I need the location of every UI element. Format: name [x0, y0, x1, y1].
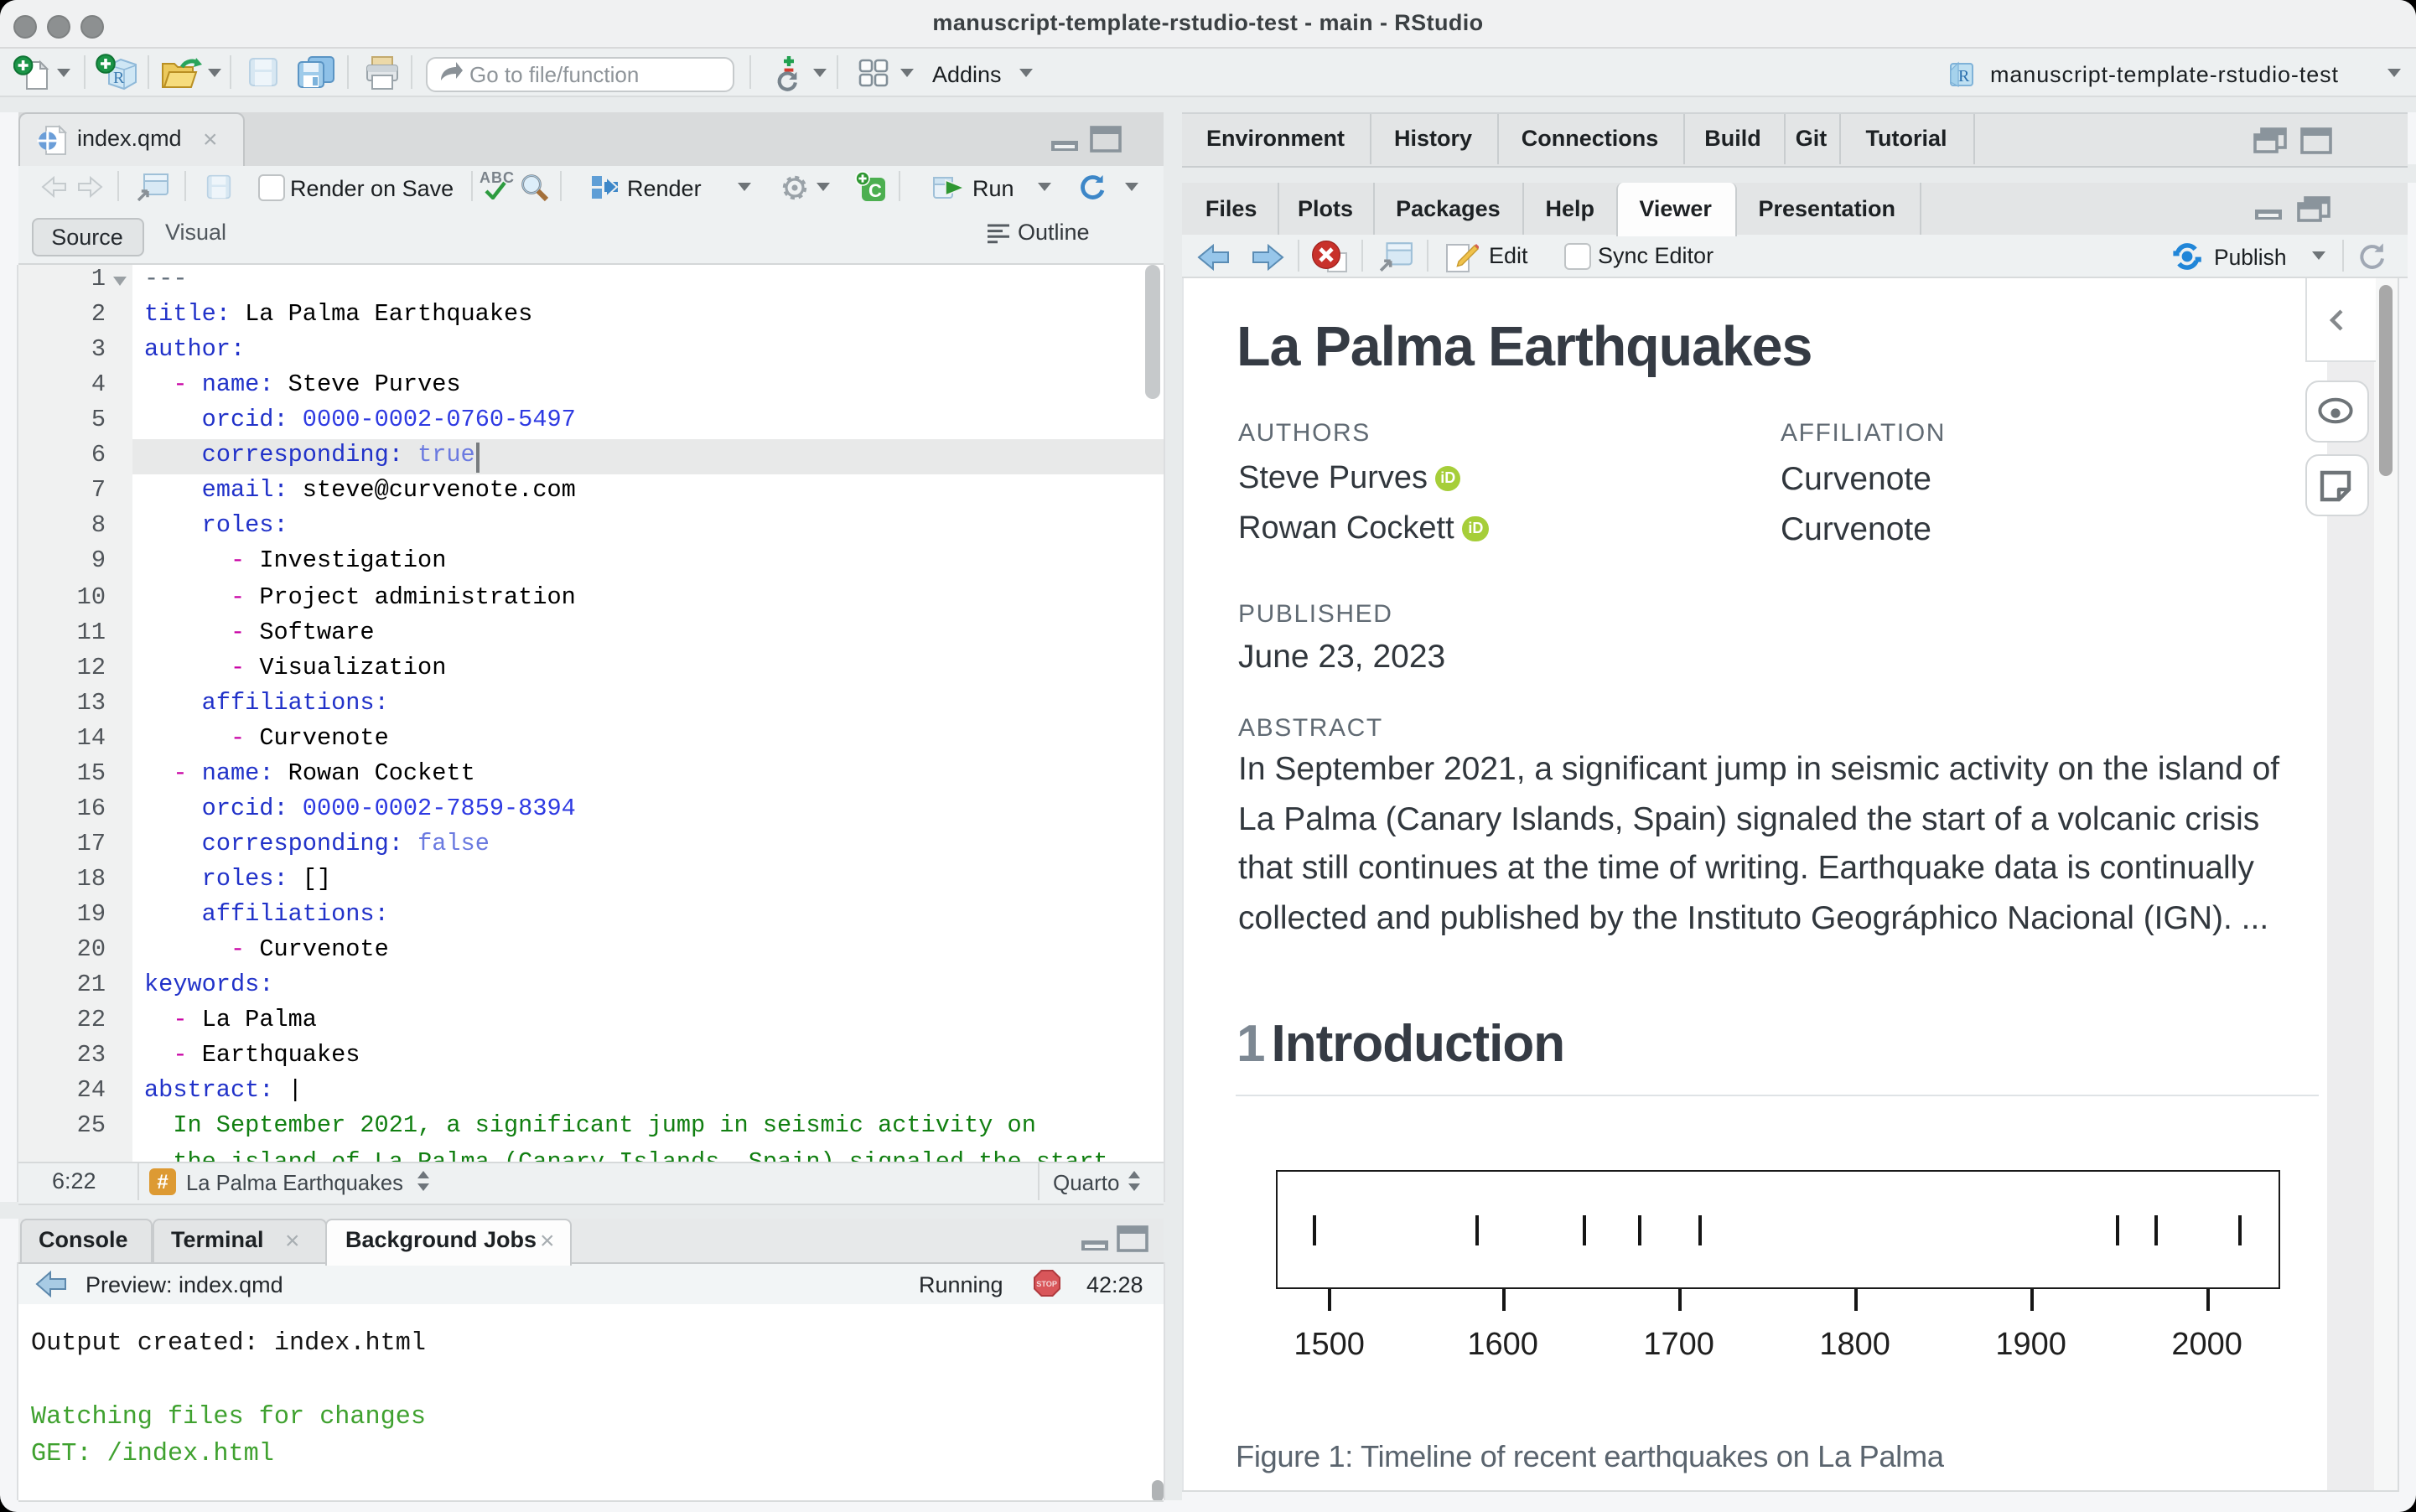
svg-text:R: R	[113, 69, 125, 87]
svg-text:R: R	[1958, 67, 1970, 85]
svg-text:STOP: STOP	[1036, 1280, 1057, 1288]
svg-text:C: C	[868, 180, 882, 201]
